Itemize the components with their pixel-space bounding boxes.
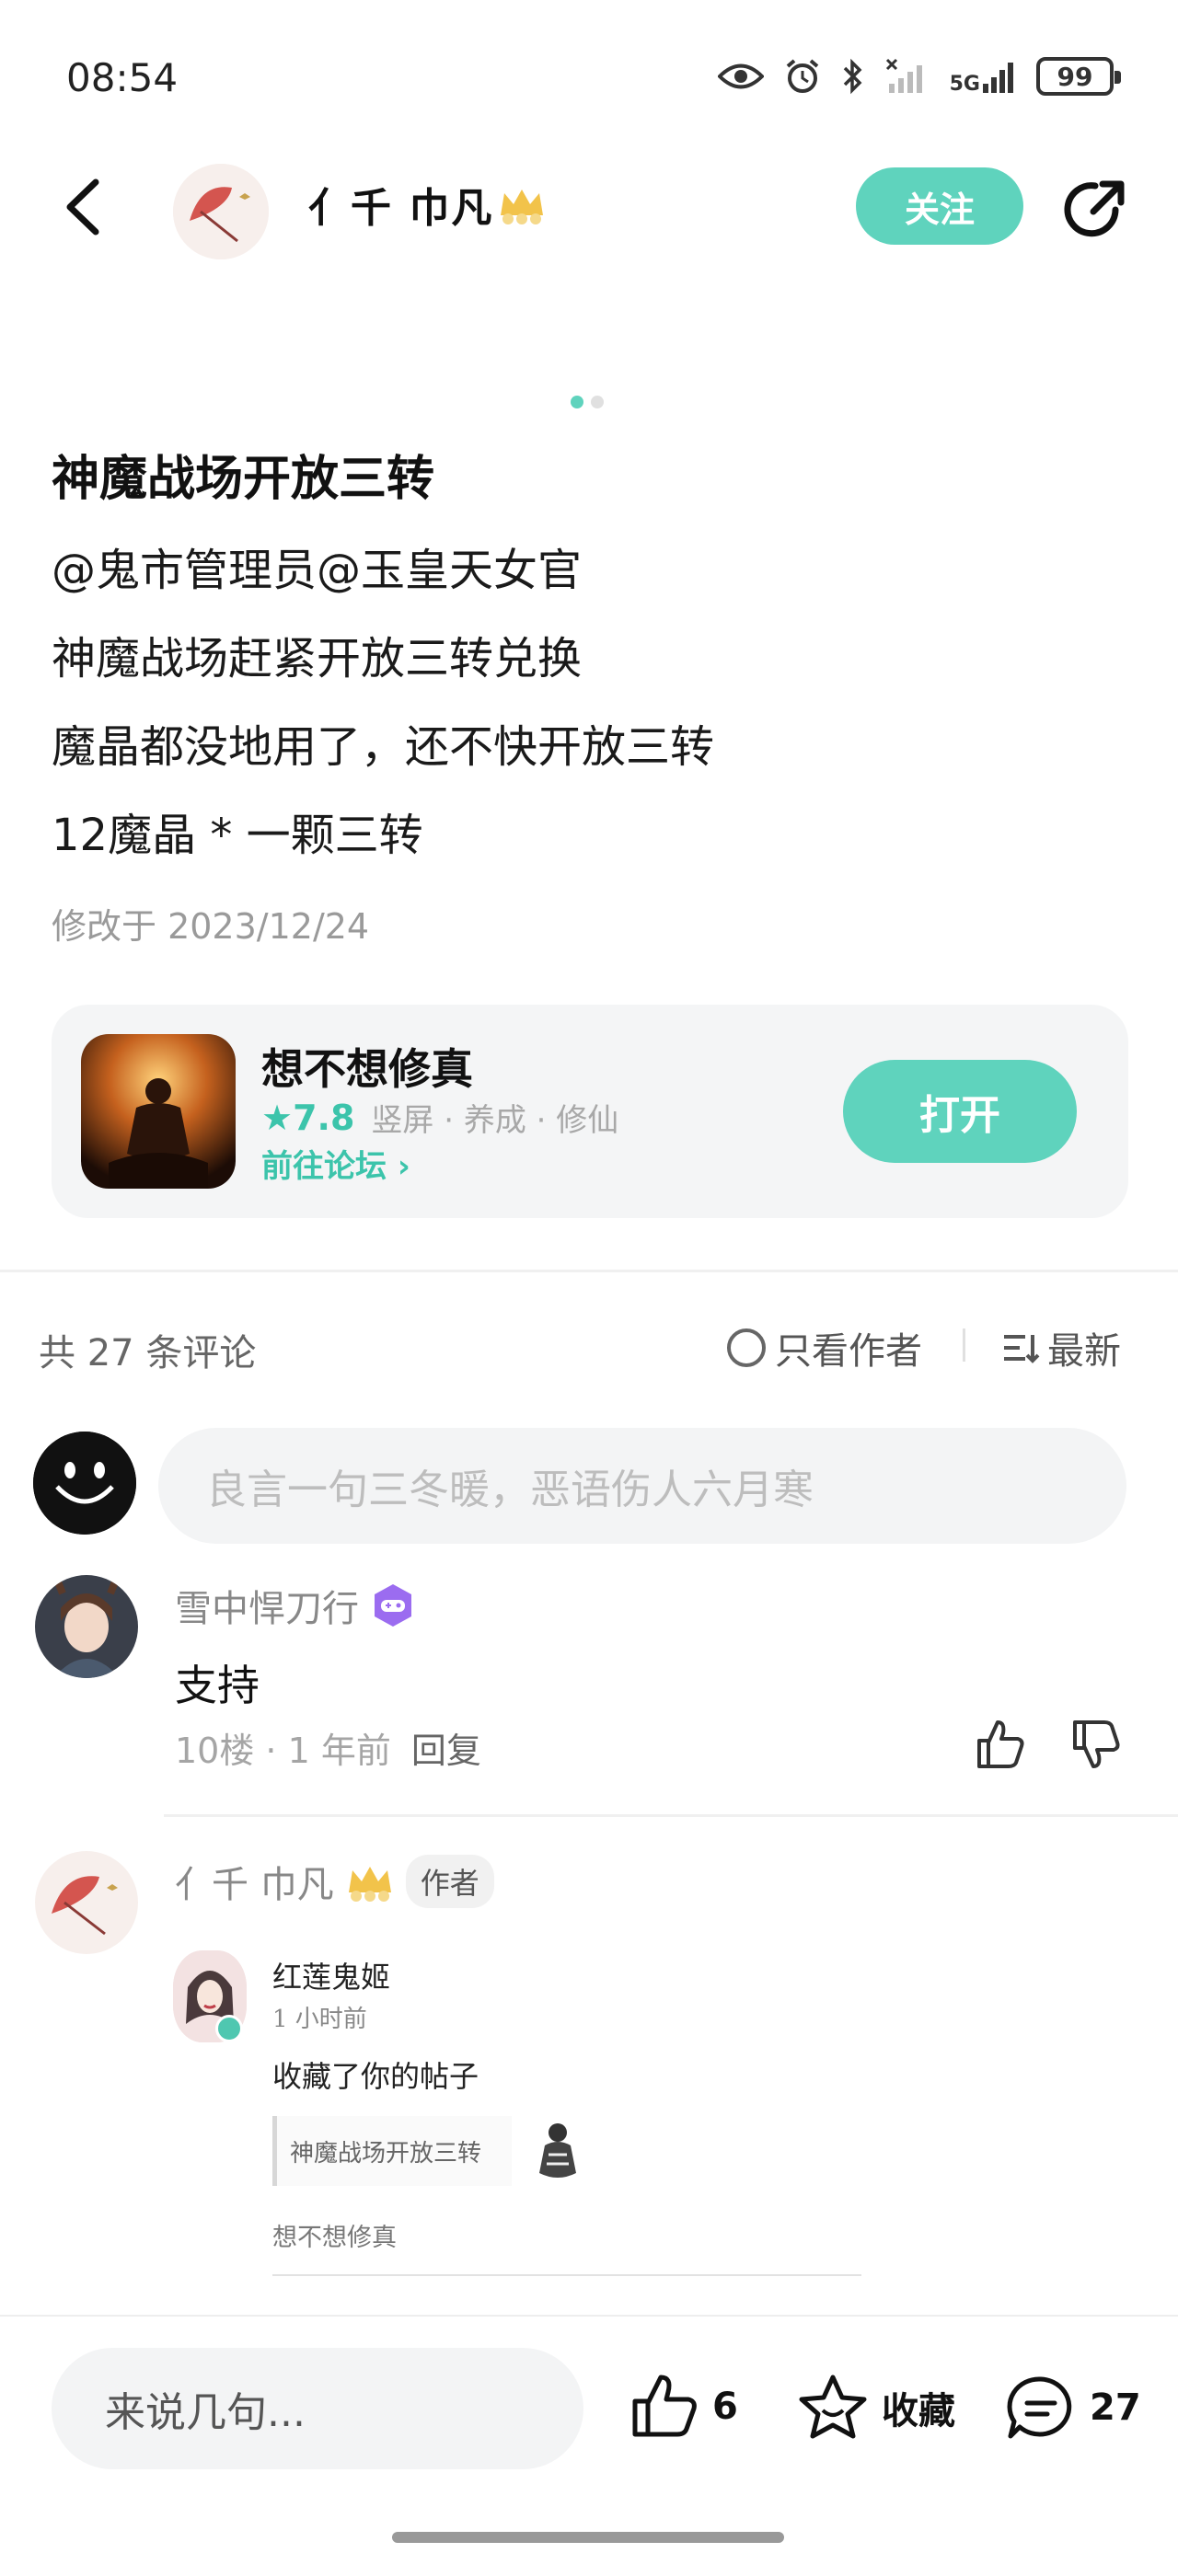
post-line: 神魔战场赶紧开放三转兑换 — [52, 633, 583, 684]
commenter-name-row: 亻千 巾凡 作者 — [175, 1855, 494, 1908]
reply-button[interactable]: 回复 — [411, 1731, 481, 1771]
forum-link[interactable]: 前往论坛 › — [261, 1141, 410, 1186]
author-name[interactable]: 亻千 巾凡 — [308, 175, 547, 234]
commenter-avatar[interactable] — [35, 1575, 138, 1678]
comment-count: 27 — [1090, 2386, 1141, 2429]
status-bar: 08:54 5G 99 — [0, 0, 1178, 156]
pager-dot-active — [571, 396, 583, 408]
like-count: 6 — [712, 2386, 738, 2428]
section-divider — [0, 1270, 1178, 1272]
commenter-avatar[interactable] — [35, 1851, 138, 1954]
battery-icon: 99 — [1036, 57, 1121, 96]
pager-dot — [591, 396, 604, 408]
embed-source: 想不想修真 — [272, 2224, 397, 2252]
verified-check-icon — [215, 2015, 243, 2042]
commenter-name-row: 雪中悍刀行 — [175, 1579, 416, 1632]
thumbs-down-icon[interactable] — [1068, 1717, 1123, 1772]
status-icons: 5G 99 — [717, 57, 1121, 96]
author-only-toggle[interactable]: 只看作者 — [727, 1321, 922, 1374]
signal-5g-icon: 5G — [950, 58, 1016, 95]
anime-avatar-image — [35, 1575, 138, 1678]
post-line: @鬼市管理员@玉皇天女官 — [52, 545, 583, 596]
star-icon — [799, 2375, 867, 2439]
embed-quoted-post: 神魔战场开放三转 — [272, 2116, 512, 2186]
open-game-button[interactable]: 打开 — [843, 1060, 1077, 1163]
sort-label: 最新 — [1047, 1330, 1121, 1373]
share-icon[interactable] — [1058, 173, 1132, 247]
home-indicator[interactable] — [392, 2532, 784, 2543]
bottom-bar-divider — [0, 2315, 1178, 2317]
embed-user-name: 红莲鬼姬 — [272, 1960, 391, 1995]
status-time: 08:54 — [66, 55, 179, 100]
signal-5g-label: 5G — [949, 73, 980, 96]
favorite-label: 收藏 — [882, 2390, 955, 2432]
game-rating-row: ★7.8 竖屏 · 养成 · 修仙 — [261, 1095, 618, 1140]
embed-message: 收藏了你的帖子 — [272, 2059, 479, 2094]
favorite-button[interactable]: 收藏 — [797, 2374, 955, 2442]
battery-level: 99 — [1057, 61, 1093, 92]
bottom-comment-input[interactable]: 来说几句... — [52, 2348, 583, 2469]
back-icon[interactable] — [57, 175, 112, 239]
author-badge: 作者 — [405, 1855, 494, 1908]
umbrella-avatar-image — [173, 164, 269, 259]
game-rating: ★7.8 — [261, 1097, 355, 1138]
comment-embedded-image[interactable]: 红莲鬼姬 1 小时前 收藏了你的帖子 神魔战场开放三转 想不想修真 — [173, 1941, 872, 2282]
game-icon-image — [81, 1034, 236, 1189]
comment-divider — [164, 1814, 1178, 1817]
alarm-icon — [786, 59, 818, 93]
sort-icon — [1004, 1335, 1040, 1363]
author-avatar[interactable] — [173, 164, 269, 259]
eye-icon — [717, 63, 764, 89]
bluetooth-icon — [843, 58, 862, 95]
author-only-label: 只看作者 — [775, 1330, 922, 1373]
post-title: 神魔战场开放三转 — [52, 452, 435, 507]
comment-floor-time: 10楼 · 1 年前 — [175, 1731, 391, 1771]
comment-input[interactable]: 良言一句三冬暖，恶语伤人六月寒 — [158, 1428, 1126, 1544]
no-signal-icon — [885, 58, 922, 93]
game-icon — [81, 1034, 236, 1189]
game-card[interactable]: 想不想修真 ★7.8 竖屏 · 养成 · 修仙 前往论坛 › 打开 — [52, 1005, 1128, 1218]
game-name: 想不想修真 — [261, 1044, 473, 1094]
embed-divider — [272, 2274, 861, 2276]
comment-text: 支持 — [175, 1661, 260, 1710]
header-separator — [963, 1328, 965, 1362]
post-header: 亻千 巾凡 关注 — [0, 156, 1178, 259]
comment-bubble-icon — [1007, 2376, 1072, 2439]
author-name-text: 亻千 巾凡 — [308, 185, 494, 232]
commenter-name[interactable]: 亻千 巾凡 — [175, 1855, 334, 1908]
comment-meta: 10楼 · 1 年前 回复 — [175, 1722, 481, 1773]
game-tags: 竖屏 · 养成 · 修仙 — [371, 1102, 619, 1139]
thumbs-up-icon[interactable] — [972, 1717, 1027, 1772]
umbrella-avatar-image — [35, 1851, 138, 1954]
crown-icon — [348, 1867, 391, 1902]
like-button[interactable]: 6 — [629, 2374, 738, 2440]
image-pager-dots — [571, 396, 604, 408]
smiley-avatar-image — [33, 1432, 136, 1535]
crown-icon — [501, 190, 544, 224]
comments-button[interactable]: 27 — [1005, 2374, 1141, 2442]
embed-time: 1 小时前 — [272, 2006, 367, 2033]
embed-thumbnail — [539, 2123, 576, 2178]
post-modified-date: 修改于 2023/12/24 — [52, 906, 370, 947]
post-line: 魔晶都没地用了，还不快开放三转 — [52, 721, 715, 773]
follow-button[interactable]: 关注 — [856, 167, 1023, 245]
sort-latest-button[interactable]: 最新 — [1001, 1321, 1121, 1374]
thumbs-up-icon — [632, 2375, 697, 2437]
commenter-name[interactable]: 雪中悍刀行 — [175, 1579, 359, 1632]
gamepad-badge-icon — [375, 1584, 411, 1627]
post-line: 12魔晶 * 一颗三转 — [52, 810, 423, 861]
comments-count: 共 27 条评论 — [39, 1332, 257, 1374]
radio-icon — [727, 1328, 766, 1367]
my-avatar[interactable] — [33, 1432, 136, 1535]
